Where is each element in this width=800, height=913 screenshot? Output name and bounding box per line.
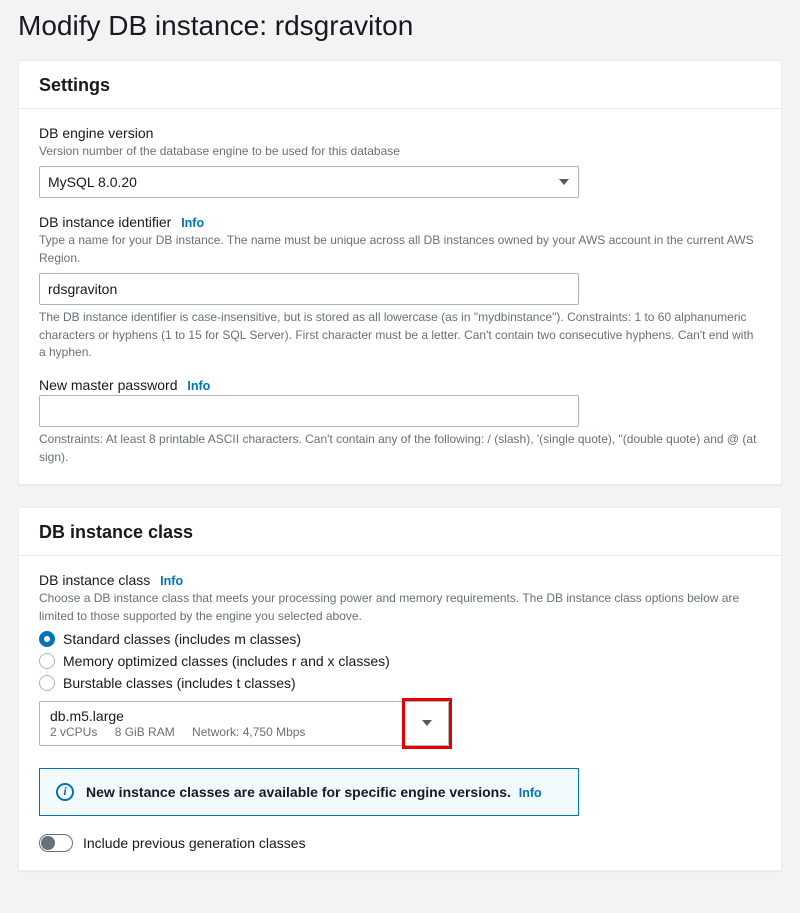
instance-class-desc: Choose a DB instance class that meets yo… bbox=[39, 590, 761, 625]
radio-icon bbox=[39, 653, 55, 669]
instance-class-dropdown-button[interactable] bbox=[404, 702, 448, 745]
engine-version-value: MySQL 8.0.20 bbox=[48, 171, 137, 193]
instance-class-panel: DB instance class DB instance class Info… bbox=[18, 507, 782, 871]
settings-panel: Settings DB engine version Version numbe… bbox=[18, 60, 782, 485]
instance-class-specs: 2 vCPUs 8 GiB RAM Network: 4,750 Mbps bbox=[50, 725, 394, 739]
identifier-desc: Type a name for your DB instance. The na… bbox=[39, 232, 761, 267]
engine-version-label: DB engine version bbox=[39, 125, 761, 141]
instance-class-heading: DB instance class bbox=[39, 522, 761, 543]
instance-class-select[interactable]: db.m5.large 2 vCPUs 8 GiB RAM Network: 4… bbox=[39, 701, 449, 746]
identifier-input[interactable]: rdsgraviton bbox=[39, 273, 579, 305]
master-password-info-link[interactable]: Info bbox=[187, 379, 210, 393]
radio-icon bbox=[39, 675, 55, 691]
identifier-hint: The DB instance identifier is case-insen… bbox=[39, 309, 761, 361]
info-icon: i bbox=[56, 783, 74, 801]
instance-class-panel-header: DB instance class bbox=[19, 508, 781, 556]
include-previous-gen-toggle[interactable] bbox=[39, 834, 73, 852]
identifier-label: DB instance identifier bbox=[39, 214, 171, 230]
radio-label: Memory optimized classes (includes r and… bbox=[63, 653, 390, 669]
include-previous-gen-label: Include previous generation classes bbox=[83, 835, 306, 851]
page-title: Modify DB instance: rdsgraviton bbox=[18, 10, 782, 42]
instance-class-select-value: db.m5.large 2 vCPUs 8 GiB RAM Network: 4… bbox=[40, 702, 404, 745]
engine-version-desc: Version number of the database engine to… bbox=[39, 143, 761, 160]
info-alert-info-link[interactable]: Info bbox=[519, 786, 542, 800]
identifier-field: DB instance identifier Info Type a name … bbox=[39, 214, 761, 361]
include-previous-gen-row: Include previous generation classes bbox=[39, 834, 761, 852]
master-password-label: New master password bbox=[39, 377, 178, 393]
engine-version-select[interactable]: MySQL 8.0.20 bbox=[39, 166, 579, 198]
radio-memory-optimized-classes[interactable]: Memory optimized classes (includes r and… bbox=[39, 653, 761, 669]
instance-class-label: DB instance class bbox=[39, 572, 150, 588]
new-classes-info-alert: i New instance classes are available for… bbox=[39, 768, 579, 816]
engine-version-field: DB engine version Version number of the … bbox=[39, 125, 761, 198]
settings-panel-header: Settings bbox=[19, 61, 781, 109]
radio-burstable-classes[interactable]: Burstable classes (includes t classes) bbox=[39, 675, 761, 691]
settings-heading: Settings bbox=[39, 75, 761, 96]
instance-class-name: db.m5.large bbox=[50, 708, 394, 724]
info-alert-text: New instance classes are available for s… bbox=[86, 784, 511, 800]
master-password-input[interactable] bbox=[39, 395, 579, 427]
radio-icon bbox=[39, 631, 55, 647]
instance-class-info-link[interactable]: Info bbox=[160, 574, 183, 588]
chevron-down-icon bbox=[422, 720, 432, 726]
radio-label: Burstable classes (includes t classes) bbox=[63, 675, 296, 691]
toggle-knob-icon bbox=[41, 836, 55, 850]
radio-standard-classes[interactable]: Standard classes (includes m classes) bbox=[39, 631, 761, 647]
identifier-info-link[interactable]: Info bbox=[181, 216, 204, 230]
master-password-field: New master password Info Constraints: At… bbox=[39, 377, 761, 466]
radio-label: Standard classes (includes m classes) bbox=[63, 631, 301, 647]
master-password-hint: Constraints: At least 8 printable ASCII … bbox=[39, 431, 761, 466]
